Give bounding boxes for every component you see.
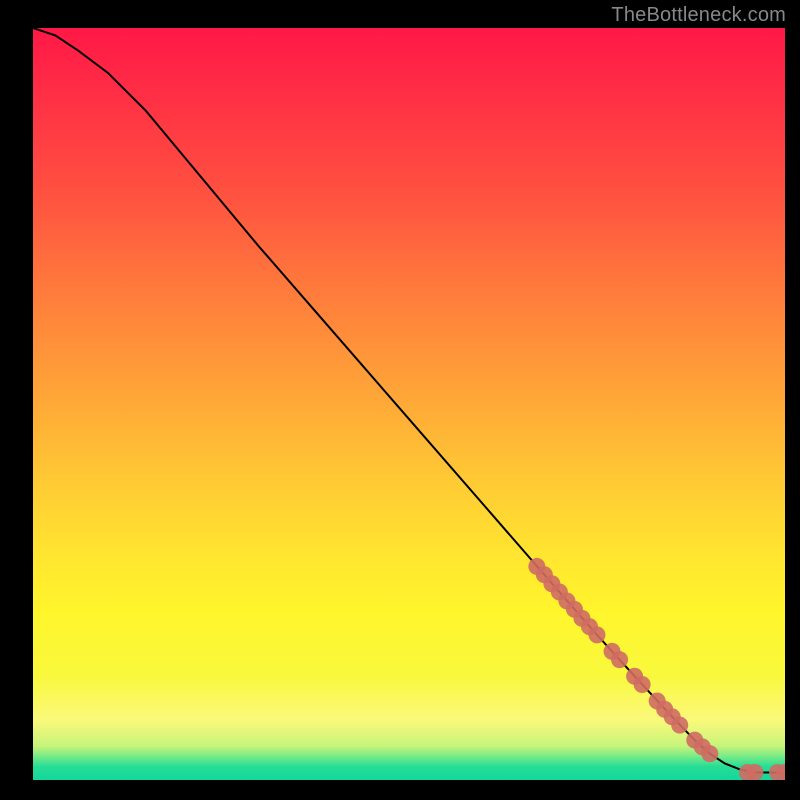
- chart-svg: [33, 28, 785, 780]
- curve-line: [33, 28, 785, 772]
- data-point: [611, 651, 628, 668]
- data-point: [671, 717, 688, 734]
- watermark-text: TheBottleneck.com: [611, 4, 786, 27]
- data-point: [634, 676, 651, 693]
- data-point: [701, 745, 718, 762]
- data-points: [528, 558, 785, 780]
- chart-frame: TheBottleneck.com: [0, 0, 800, 800]
- data-point: [589, 626, 606, 643]
